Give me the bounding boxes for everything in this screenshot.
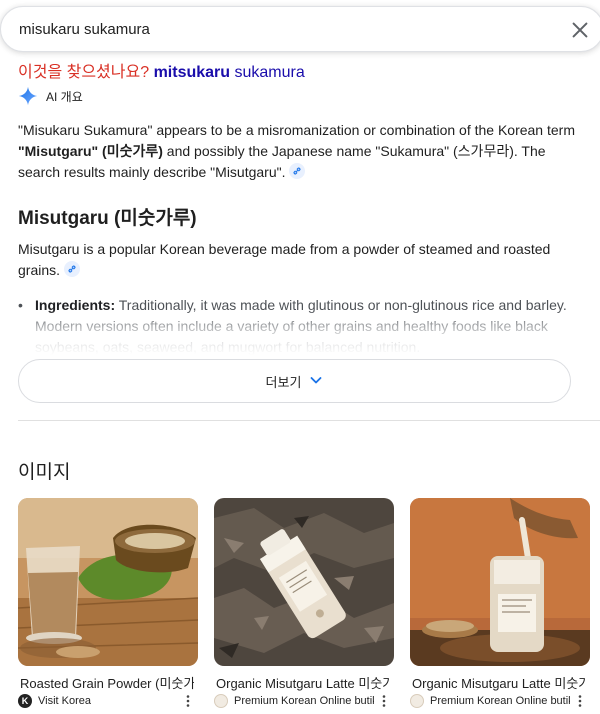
ai-intro-bold: "Misutgaru" (미숫가루) (18, 143, 163, 159)
source-icon: K (18, 694, 32, 708)
show-more-button[interactable]: 더보기 (18, 359, 571, 403)
image-thumbnail[interactable] (18, 498, 198, 666)
ai-description-text: Misutgaru is a popular Korean beverage m… (18, 241, 551, 278)
images-heading: 이미지 (18, 462, 71, 483)
image-source-label[interactable]: Premium Korean Online butik (234, 695, 374, 707)
more-options-icon[interactable] (378, 692, 390, 710)
sparkle-icon (18, 86, 38, 106)
image-source-label[interactable]: Premium Korean Online butik (430, 695, 570, 707)
image-title[interactable]: Organic Misutgaru Latte 미숫가루 (216, 673, 390, 692)
did-you-mean-prefix: 이것을 찾으셨나요? (18, 64, 150, 81)
image-card-3[interactable]: Organic Misutgaru Latte 미숫가루 Premium Kor… (410, 498, 590, 708)
search-input[interactable]: misukaru sukamura (19, 21, 150, 38)
image-source[interactable]: Premium Korean Online butik (410, 692, 570, 710)
ai-bullet-list: • Ingredients: Traditionally, it was mad… (18, 295, 578, 355)
image-thumbnail[interactable] (410, 498, 590, 666)
link-icon[interactable] (289, 163, 306, 179)
link-icon[interactable] (64, 261, 81, 277)
image-title[interactable]: Organic Misutgaru Latte 미숫가루 (412, 673, 586, 692)
show-more-label[interactable]: 더보기 (266, 372, 302, 391)
image-card-2[interactable]: Organic Misutgaru Latte 미숫가루 Premium Kor… (214, 498, 394, 708)
image-source-label[interactable]: Visit Korea (38, 695, 91, 707)
image-thumbnail[interactable] (214, 498, 394, 666)
did-you-mean-rest[interactable]: sukamura (234, 64, 304, 81)
source-icon (410, 694, 424, 708)
image-title[interactable]: Roasted Grain Powder (미숫가루) (20, 673, 194, 692)
chevron-down-icon (309, 373, 323, 390)
image-card-1[interactable]: Roasted Grain Powder (미숫가루) K Visit Kore… (18, 498, 198, 708)
did-you-mean-link[interactable]: mitsukaru sukamura (154, 64, 305, 81)
ai-overview-label: AI 개요 (46, 89, 83, 104)
image-source[interactable]: K Visit Korea (18, 692, 178, 710)
fade-overlay (18, 309, 578, 355)
did-you-mean: 이것을 찾으셨나요? mitsukaru sukamura (18, 58, 305, 82)
more-options-icon[interactable] (574, 692, 586, 710)
ai-overview-header: AI 개요 (18, 86, 83, 106)
ai-intro-part1: "Misukaru Sukamura" appears to be a misr… (18, 122, 575, 138)
divider (18, 420, 600, 421)
ai-intro-paragraph: "Misukaru Sukamura" appears to be a misr… (18, 120, 578, 183)
source-icon (214, 694, 228, 708)
did-you-mean-bold[interactable]: mitsukaru (154, 64, 230, 81)
ai-description-paragraph: Misutgaru is a popular Korean beverage m… (18, 239, 578, 281)
image-source[interactable]: Premium Korean Online butik (214, 692, 374, 710)
search-bar[interactable]: misukaru sukamura (0, 6, 600, 52)
ai-section-heading: Misutgaru (미숫가루) (18, 208, 197, 229)
more-options-icon[interactable] (182, 692, 194, 710)
close-icon[interactable] (569, 19, 591, 41)
